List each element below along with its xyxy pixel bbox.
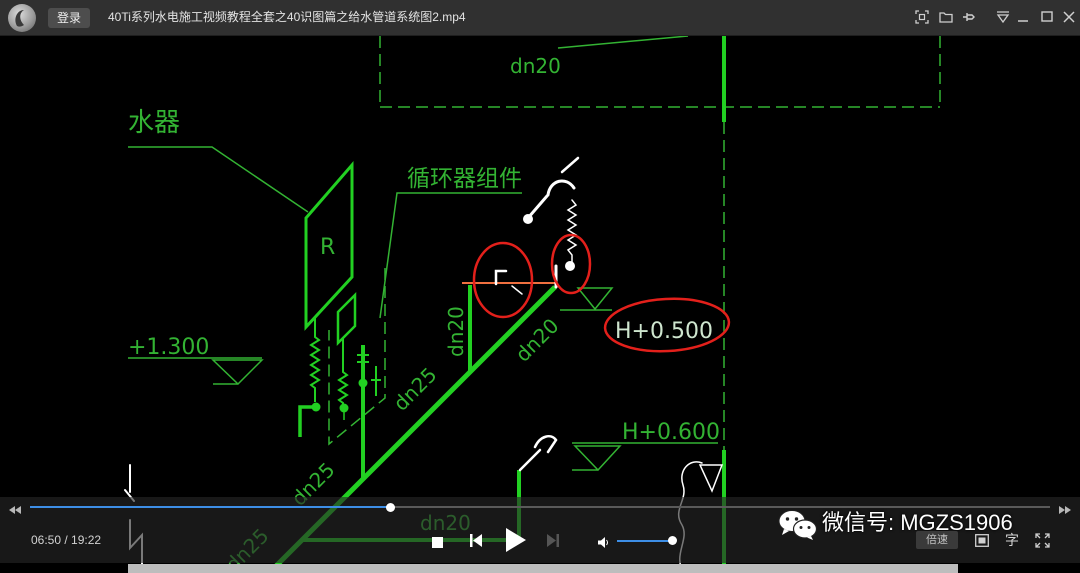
break-mark-left xyxy=(124,464,135,502)
pipe-label-top: dn20 xyxy=(510,54,561,78)
elevation-label-0600: H+0.600 xyxy=(622,420,720,445)
heater-leader-line xyxy=(128,146,309,213)
speed-button[interactable]: 倍速 xyxy=(916,531,958,549)
shower-handle-knob xyxy=(523,214,533,224)
elevation-mark-0500 xyxy=(560,287,614,311)
progress-fill xyxy=(30,506,391,508)
volume-fill xyxy=(617,540,672,542)
rewind-icon[interactable] xyxy=(8,502,22,520)
app-logo-icon[interactable] xyxy=(8,4,36,32)
stop-icon[interactable] xyxy=(432,535,443,553)
fullscreen-icon[interactable] xyxy=(1035,533,1050,553)
elevation-mark-0600 xyxy=(572,445,622,472)
heater-symbol: R xyxy=(320,235,335,260)
cad-status-strip xyxy=(128,564,958,573)
volume-thumb[interactable] xyxy=(667,536,677,545)
screenshot-icon[interactable] xyxy=(914,9,930,25)
volume-slider[interactable] xyxy=(617,540,672,542)
subtitle-button[interactable]: 字 xyxy=(1005,532,1019,548)
spring-valve-2 xyxy=(337,338,349,408)
elevation-mark-1300 xyxy=(211,359,264,386)
shower-valve-node xyxy=(565,261,575,271)
player-controls: 06:50 / 19:22 微信号: MGZS1906 倍速 字 xyxy=(0,497,1080,563)
title-bar: 登录 40Ti系列水电施工视频教程全套之40识图篇之给水管道系统图2.mp4 xyxy=(0,0,1080,36)
circulator-unit xyxy=(336,291,357,347)
playback-time: 06:50 / 19:22 xyxy=(31,533,102,547)
cad-drawing: dn20 水器 R 循环器组件 +1.300 dn20 dn20 dn25 dn… xyxy=(124,35,958,573)
next-icon[interactable] xyxy=(547,534,559,552)
heater-label: 水器 xyxy=(128,108,180,138)
break-triangle-right xyxy=(698,464,724,493)
top-slanted-line xyxy=(557,35,689,49)
markup-circle-tap xyxy=(472,241,534,319)
menu-dropdown-icon[interactable] xyxy=(995,9,1011,25)
previous-icon[interactable] xyxy=(470,534,482,552)
elevation-label-1300: +1.300 xyxy=(128,335,209,360)
circulator-label: 循环器组件 xyxy=(407,166,522,192)
wechat-icon xyxy=(778,509,818,546)
window-title: 40Ti系列水电施工视频教程全套之40识图篇之给水管道系统图2.mp4 xyxy=(108,10,466,24)
faucet-fixture xyxy=(518,434,558,472)
forward-icon[interactable] xyxy=(1058,502,1072,520)
minimize-icon[interactable] xyxy=(1015,9,1031,25)
pip-icon[interactable] xyxy=(975,534,989,552)
volume-icon[interactable] xyxy=(598,535,609,553)
play-icon[interactable] xyxy=(505,527,527,558)
shower-hose-spring xyxy=(566,199,578,263)
spring-valve-1 xyxy=(309,317,321,402)
shower-head xyxy=(560,156,580,174)
progress-bar[interactable] xyxy=(30,506,1050,508)
shower-handle xyxy=(526,194,549,220)
folder-icon[interactable] xyxy=(938,9,954,25)
login-button[interactable]: 登录 xyxy=(48,8,90,28)
circulator-leader-line xyxy=(379,192,522,319)
heater-outlet-pipe xyxy=(298,405,316,437)
close-icon[interactable] xyxy=(1061,9,1077,25)
maximize-icon[interactable] xyxy=(1039,9,1055,25)
progress-thumb[interactable] xyxy=(385,503,395,512)
check-valve-marks xyxy=(357,354,381,396)
pipe-label-vertical: dn20 xyxy=(444,306,468,357)
pin-icon[interactable] xyxy=(961,9,977,25)
tap-spout xyxy=(511,285,523,295)
elevation-label-0500: H+0.500 xyxy=(615,319,713,344)
shower-arm xyxy=(546,179,576,197)
video-stage[interactable]: dn20 水器 R 循环器组件 +1.300 dn20 dn20 dn25 dn… xyxy=(0,0,1080,573)
